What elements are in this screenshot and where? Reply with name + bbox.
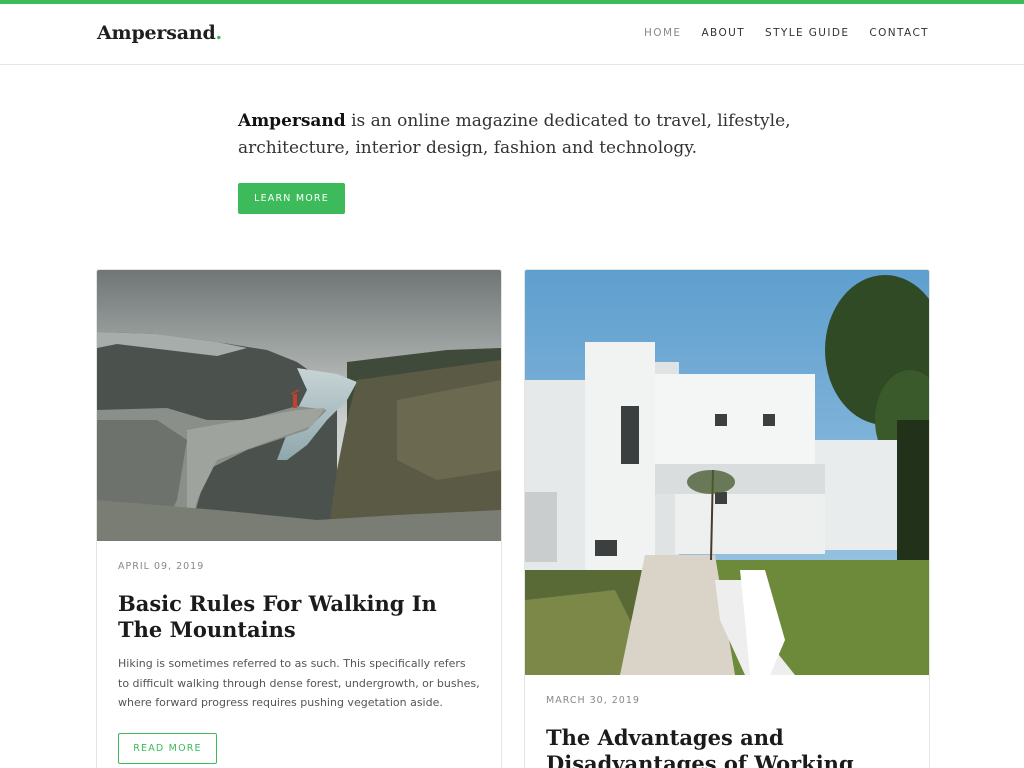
logo-dot: . [215, 22, 223, 44]
site-header: Ampersand. HOME ABOUT STYLE GUIDE CONTAC… [0, 4, 1024, 65]
post-title[interactable]: Basic Rules For Walking In The Mountains [118, 591, 480, 643]
post-card: MARCH 30, 2019 The Advantages and Disadv… [524, 269, 930, 768]
intro-text: Ampersand is an online magazine dedicate… [238, 108, 798, 162]
learn-more-button[interactable]: LEARN MORE [238, 183, 345, 214]
site-logo[interactable]: Ampersand. [97, 22, 222, 44]
main-nav: HOME ABOUT STYLE GUIDE CONTACT [644, 27, 929, 39]
nav-style-guide[interactable]: STYLE GUIDE [765, 27, 849, 39]
post-card-body: APRIL 09, 2019 Basic Rules For Walking I… [97, 561, 501, 764]
intro-brand: Ampersand [238, 111, 346, 131]
nav-about[interactable]: ABOUT [701, 27, 745, 39]
nav-contact[interactable]: CONTACT [869, 27, 929, 39]
mountain-cliff-photo[interactable] [97, 270, 501, 541]
white-house-photo[interactable] [525, 270, 929, 675]
nav-home[interactable]: HOME [644, 27, 681, 39]
post-date: APRIL 09, 2019 [118, 561, 205, 572]
post-date: MARCH 30, 2019 [546, 695, 640, 706]
post-card-body: MARCH 30, 2019 The Advantages and Disadv… [525, 695, 929, 768]
post-card: APRIL 09, 2019 Basic Rules For Walking I… [96, 269, 502, 768]
logo-text: Ampersand [97, 22, 216, 44]
post-excerpt: Hiking is sometimes referred to as such.… [118, 657, 480, 709]
read-more-button[interactable]: READ MORE [118, 732, 217, 764]
post-title[interactable]: The Advantages and Disadvantages of Work… [546, 725, 908, 768]
